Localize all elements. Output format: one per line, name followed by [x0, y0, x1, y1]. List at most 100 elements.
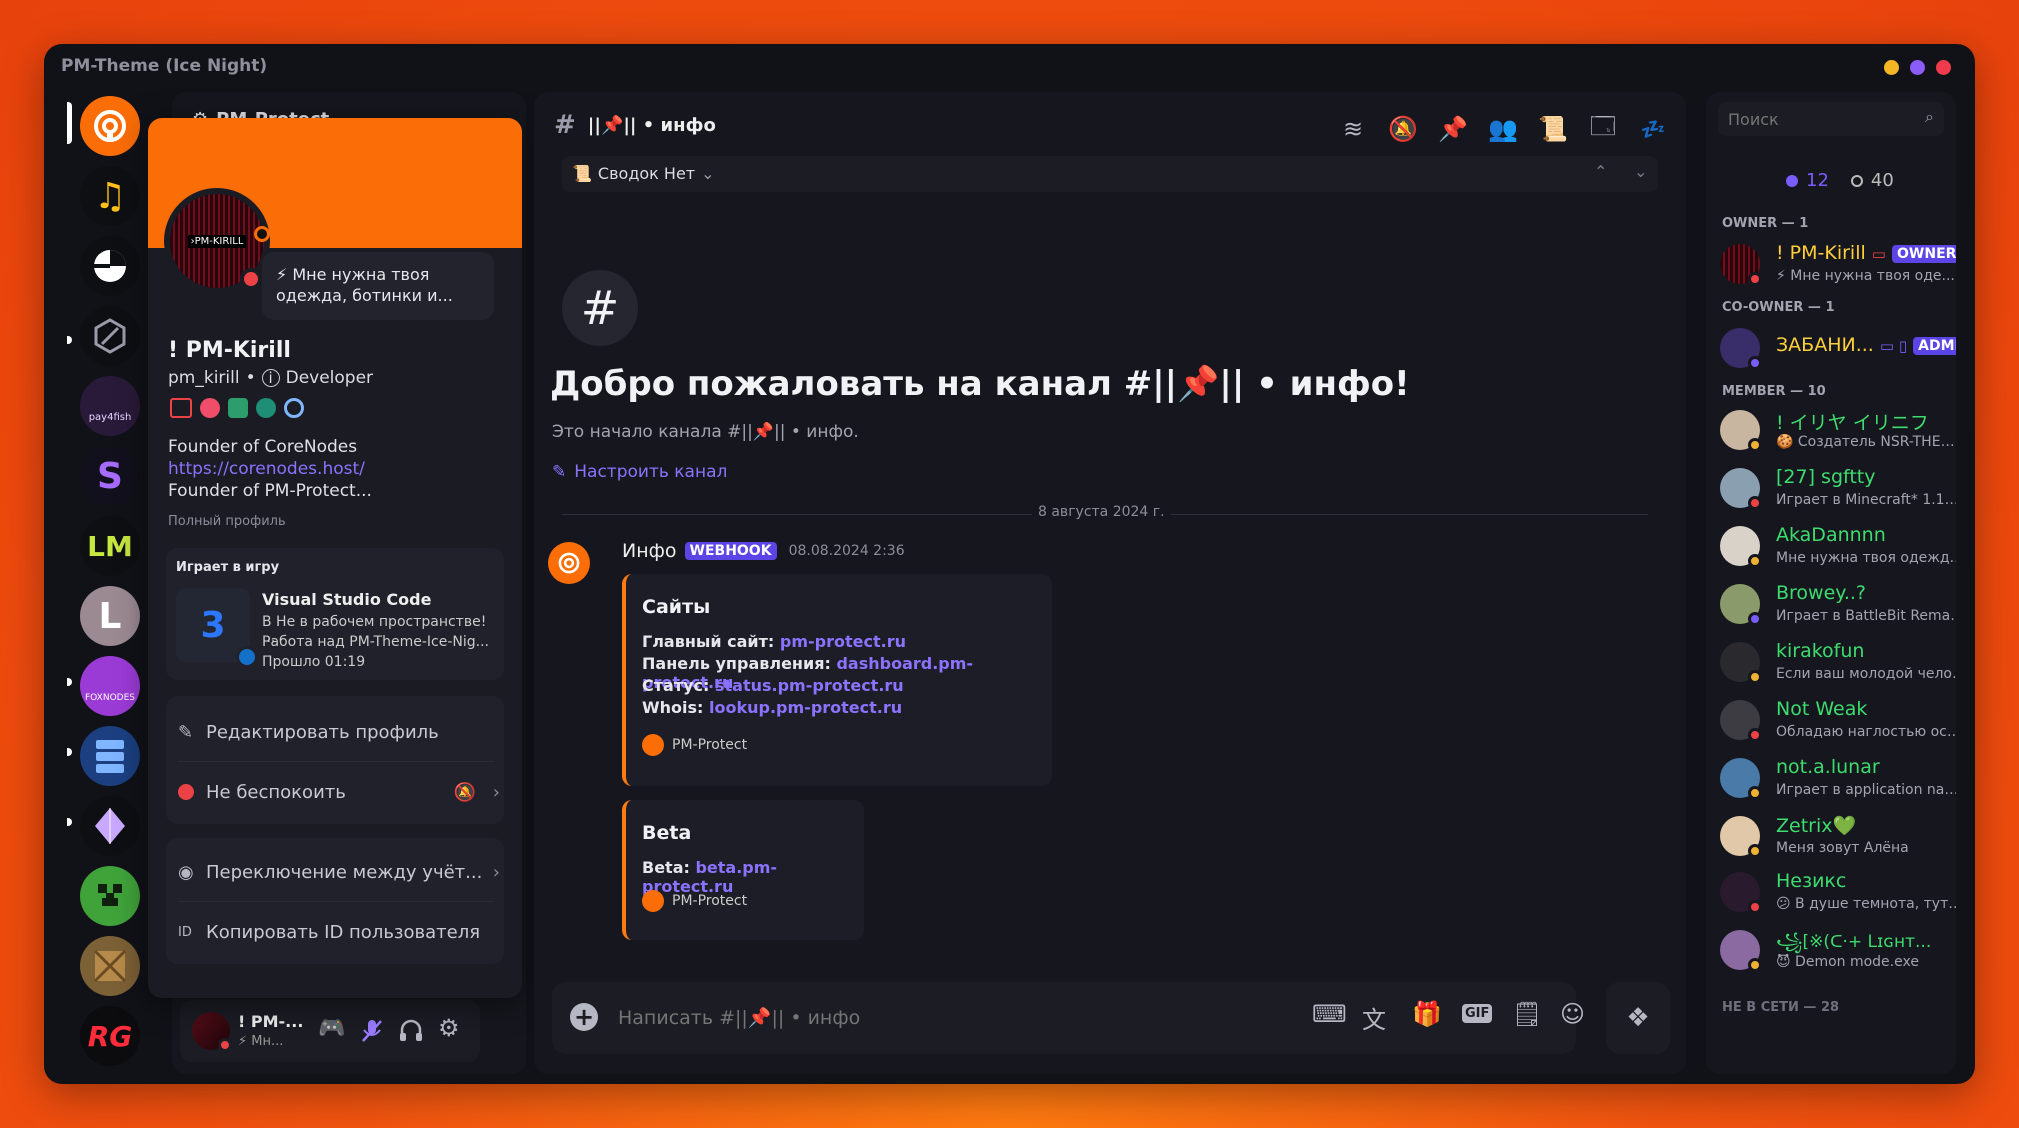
member-name: AkaDannnn: [1776, 524, 1886, 546]
pin-icon[interactable]: 📌: [1436, 112, 1470, 146]
server-10[interactable]: [80, 726, 140, 786]
close-button[interactable]: [1936, 60, 1951, 75]
mic-muted-icon[interactable]: [360, 1018, 384, 1044]
server-3[interactable]: [80, 236, 140, 296]
server-minecraft[interactable]: [80, 866, 140, 926]
offline-dot: [1850, 174, 1863, 187]
chevron-down-icon[interactable]: ⌄: [1634, 162, 1647, 181]
member-item[interactable]: ! イリヤ イリニフ 🍪 Создатель NSR-THEME,...: [1720, 406, 1956, 456]
unread-indicator: [67, 818, 72, 826]
server-11[interactable]: [80, 796, 140, 856]
gamepad-icon[interactable]: 🎮: [318, 1016, 345, 1041]
chevron-right-icon: ›: [492, 861, 500, 883]
online-dot: [1786, 174, 1798, 187]
hash-badge-icon[interactable]: [256, 398, 276, 418]
maximize-button[interactable]: [1910, 60, 1925, 75]
configure-channel-link[interactable]: ✎ Настроить канал: [552, 462, 727, 482]
summaries-dropdown[interactable]: 📜 Сводок Нет ⌄: [572, 164, 715, 183]
members-icon[interactable]: 👥: [1486, 112, 1520, 146]
server-pm-protect[interactable]: [80, 96, 140, 156]
member-item[interactable]: [27] sgftty Играет в Minecraft* 1.16.5: [1720, 464, 1956, 514]
sticker-icon[interactable]: 🗒: [1512, 1000, 1542, 1028]
member-item[interactable]: ꧁[※(ᑕ·+ Lɪɢʜᴛ... 😈 Demon mode.exe: [1720, 926, 1950, 976]
member-name: [27] sgftty: [1776, 466, 1876, 488]
member-item[interactable]: kirakofun Если ваш молодой человек ...: [1720, 638, 1956, 688]
embed-link[interactable]: lookup.pm-protect.ru: [709, 698, 902, 717]
search-icon: ⌕: [1925, 107, 1934, 126]
emoji-icon[interactable]: ☺: [1560, 1000, 1585, 1028]
id-icon: ID: [178, 924, 192, 940]
embed-label: Панель управления:: [642, 654, 831, 673]
activity-card: Играет в игру 3 Visual Studio Code В Не …: [166, 548, 504, 680]
admin-badge: ADMIN: [1913, 336, 1956, 355]
group-header: НЕ В СЕТИ — 28: [1722, 1000, 1840, 1015]
minimize-button[interactable]: [1884, 60, 1899, 75]
gift-icon[interactable]: 🎁: [1412, 1000, 1442, 1028]
server-4[interactable]: [80, 306, 140, 366]
server-14[interactable]: RG: [80, 1006, 140, 1066]
menu-divider: [178, 761, 494, 762]
custom-status-bubble[interactable]: ⚡ Мне нужна твоя одежда, ботинки и...: [262, 252, 494, 320]
member-name: kirakofun: [1776, 640, 1865, 662]
heart-badge-icon[interactable]: [200, 398, 220, 418]
member-item[interactable]: Not Weak Обладаю наглостью остава...: [1720, 696, 1956, 746]
notifications-muted-icon[interactable]: 🔕: [1386, 112, 1420, 146]
server-foxnodes[interactable]: FOXNODES: [80, 656, 140, 716]
sleep-icon[interactable]: 💤: [1636, 112, 1670, 146]
server-8[interactable]: L: [80, 586, 140, 646]
member-item[interactable]: ЗАБАНИ... ▭ ▯ ADMIN: [1720, 324, 1956, 374]
member-item[interactable]: Незикс 😕 В душе темнота, тут нет...: [1720, 868, 1956, 918]
message-header: Инфо WEBHOOK 08.08.2024 2:36: [622, 540, 905, 562]
desktop-badge-icon[interactable]: [170, 398, 192, 418]
server-music[interactable]: ♫: [80, 166, 140, 226]
member-item[interactable]: AkaDannnn Мне нужна твоя одежда,...: [1720, 522, 1956, 572]
member-item[interactable]: ! PM-Kirill ▭ OWNER ⚡ Мне нужна твоя оде…: [1720, 240, 1956, 290]
search-input[interactable]: [1728, 106, 1908, 132]
inbox-icon[interactable]: 🗔: [1586, 112, 1620, 146]
full-profile-link[interactable]: Полный профиль: [168, 514, 286, 529]
message-avatar[interactable]: [548, 542, 590, 584]
keyboard-icon[interactable]: ⌨: [1312, 1000, 1347, 1028]
server-7[interactable]: LM: [80, 516, 140, 576]
attach-plus-icon[interactable]: +: [570, 1003, 598, 1031]
embed-link[interactable]: pm-protect.ru: [780, 632, 906, 651]
embed-title: Сайты: [642, 596, 711, 618]
search-box[interactable]: ⌕: [1718, 102, 1944, 136]
headphones-icon[interactable]: [398, 1018, 424, 1044]
embed-footer: PM-Protect: [642, 734, 747, 756]
bio: Founder of CoreNodes https://corenodes.h…: [168, 436, 372, 502]
message-input[interactable]: [618, 1000, 1238, 1036]
gif-icon[interactable]: GIF: [1462, 1004, 1493, 1023]
translate-icon[interactable]: 文: [1362, 1000, 1386, 1035]
username: pm_kirill: [168, 368, 240, 388]
nitro-badge-icon[interactable]: [228, 398, 248, 418]
switch-account-item[interactable]: ◉ Переключение между учёт... ›: [178, 848, 508, 896]
summaries-icon[interactable]: 📜: [1536, 112, 1570, 146]
chevron-up-icon[interactable]: ⌃: [1594, 162, 1607, 181]
member-item[interactable]: Browey..? Играет в BattleBit Remas...: [1720, 580, 1956, 630]
embed-row: Статус: status.pm-protect.ru: [642, 676, 904, 695]
bubble-dot: [254, 226, 270, 242]
settings-gear-icon[interactable]: ⚙: [438, 1014, 460, 1042]
status-item[interactable]: Не беспокоить 🔕 ›: [178, 768, 508, 816]
member-item[interactable]: not.a.lunar Играет в application name: [1720, 754, 1956, 804]
threads-icon[interactable]: ≋: [1336, 112, 1370, 146]
server-pay4fish[interactable]: pay4fish: [80, 376, 140, 436]
copy-id-item[interactable]: ID Копировать ID пользователя: [178, 908, 508, 956]
boost-badge-icon[interactable]: [284, 398, 304, 418]
member-item[interactable]: Zetrix💚 Меня зовут Алёна: [1720, 812, 1950, 862]
server-6[interactable]: S: [80, 446, 140, 506]
edit-profile-item[interactable]: ✎ Редактировать профиль: [178, 708, 508, 756]
apps-button[interactable]: ❖: [1606, 982, 1670, 1054]
user-name: ! PM-...: [238, 1012, 304, 1031]
message-author[interactable]: Инфо: [622, 540, 677, 562]
member-name: ! イリヤ イリニフ: [1776, 412, 1929, 434]
s-logo: S: [97, 455, 123, 497]
bio-link[interactable]: https://corenodes.host/: [168, 458, 372, 480]
role-text: Developer: [285, 368, 374, 388]
avatar-label: ›PM-KIRILL: [187, 234, 247, 248]
embed-link[interactable]: status.pm-protect.ru: [715, 676, 904, 695]
server-13[interactable]: [80, 936, 140, 996]
bell-off-icon: 🔕: [453, 781, 476, 803]
chat-area: # ||📌|| • инфо ≋ 🔕 📌 👥 📜 🗔 💤 📜 Сводок Не…: [534, 92, 1686, 1074]
